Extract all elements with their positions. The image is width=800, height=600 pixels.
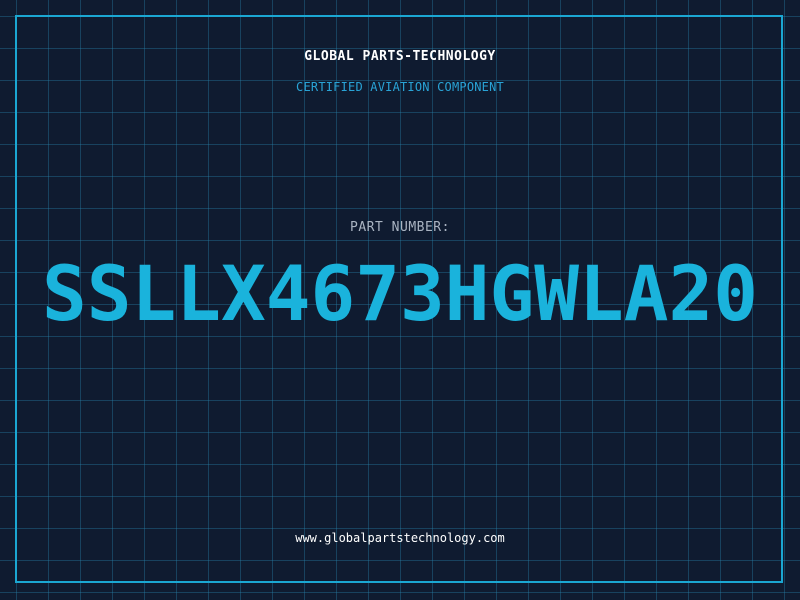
part-number-value: SSLLX4673HGWLA20 <box>42 258 758 338</box>
label-page: GLOBAL PARTS-TECHNOLOGY CERTIFIED AVIATI… <box>0 0 800 600</box>
part-number-display: SSLLX4673HGWLA20 <box>36 249 764 338</box>
company-name: GLOBAL PARTS-TECHNOLOGY <box>304 49 496 64</box>
website-url: www.globalpartstechnology.com <box>295 531 505 545</box>
tagline: CERTIFIED AVIATION COMPONENT <box>296 80 504 94</box>
part-number-svg: SSLLX4673HGWLA20 <box>42 249 758 338</box>
part-number-label: PART NUMBER: <box>350 220 450 235</box>
